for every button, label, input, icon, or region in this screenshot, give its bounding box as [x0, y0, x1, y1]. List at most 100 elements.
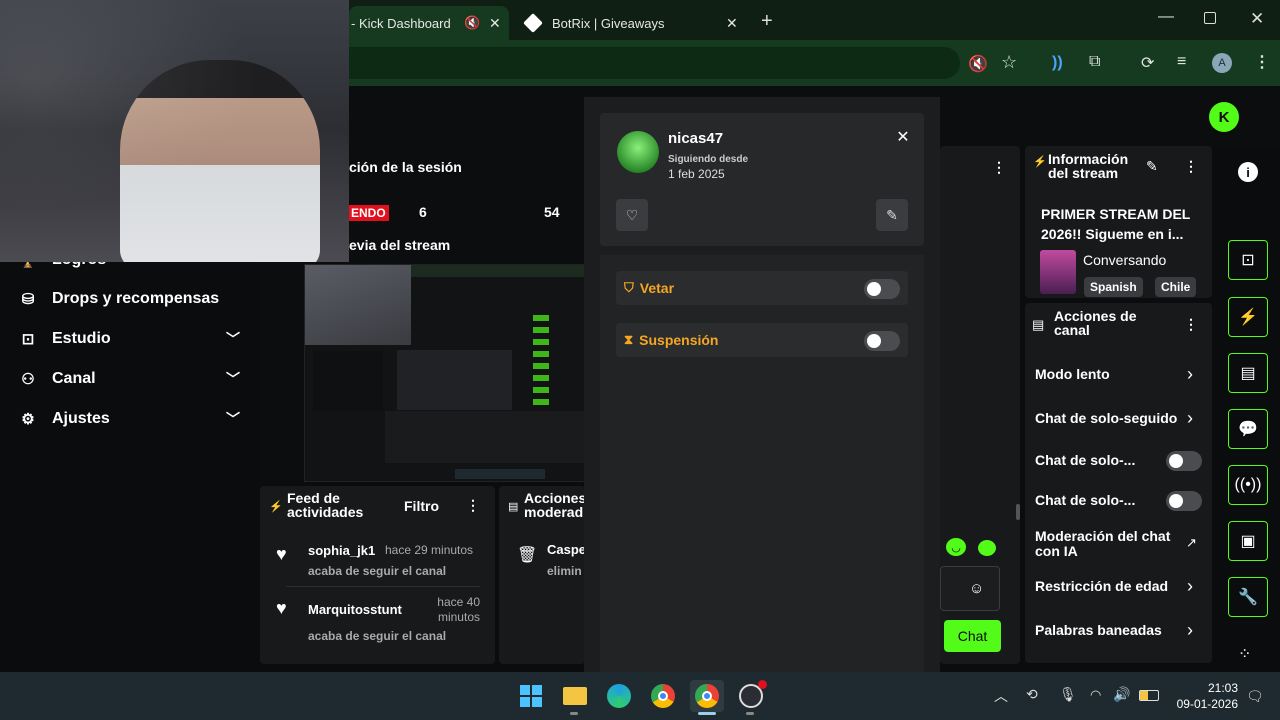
emoji-picker-icon[interactable]: ☺ — [969, 580, 984, 597]
notifications-icon[interactable]: 🗨 — [1246, 688, 1264, 705]
feed-user[interactable]: Marquitosstunt — [308, 602, 402, 617]
folder-icon — [563, 687, 587, 705]
tab-muted-icon[interactable]: 🔇 — [464, 15, 480, 31]
category-name[interactable]: Conversando — [1083, 252, 1166, 268]
wifi-icon[interactable]: ◠ — [1090, 687, 1101, 703]
window-close-icon[interactable]: ✕ — [1250, 9, 1264, 29]
media-control-icon[interactable]: ≡ — [1177, 53, 1186, 71]
tag-chile[interactable]: Chile — [1155, 277, 1197, 297]
emote-icon[interactable] — [978, 540, 996, 556]
windows-taskbar — [0, 672, 1280, 720]
info-icon[interactable]: i — [1238, 162, 1258, 182]
action-label: Chat de solo-... — [1035, 452, 1136, 468]
wrench-icon: 🔧 — [1238, 589, 1258, 606]
sidebar-item-ajustes[interactable]: ⚙ Ajustes ﹀ — [18, 399, 248, 439]
rail-channel-actions-button[interactable]: ▣ — [1228, 521, 1268, 561]
clock-time[interactable]: 21:03 — [1166, 681, 1238, 695]
chevron-right-icon[interactable]: › — [1187, 576, 1193, 597]
action-ai-moderation[interactable]: Moderación del chat con IA — [1035, 529, 1185, 559]
sidebar-item-canal[interactable]: ⚇ Canal ﹀ — [18, 359, 248, 399]
volume-icon[interactable]: 🔊 — [1113, 686, 1130, 703]
rail-stream-preview-button[interactable]: ⊡ — [1228, 240, 1268, 280]
action-followers-only[interactable]: Chat de solo-seguido — [1035, 410, 1180, 426]
action-age-restriction[interactable]: Restricción de edad — [1035, 578, 1205, 594]
rail-mod-log-button[interactable]: ▤ — [1228, 353, 1268, 393]
minimize-icon[interactable]: — — [1158, 8, 1174, 26]
timeout-toggle[interactable] — [864, 331, 900, 351]
bookmark-star-icon[interactable]: ☆ — [1001, 52, 1017, 73]
modal-close-icon[interactable]: ✕ — [890, 124, 916, 150]
chat-menu-icon[interactable]: ⋮ — [992, 159, 1006, 176]
microphone-icon[interactable]: 🎙 — [1059, 686, 1077, 703]
obs-icon — [739, 680, 767, 708]
rail-tools-button[interactable]: 🔧 — [1228, 577, 1268, 617]
file-explorer-button[interactable] — [558, 680, 592, 712]
chat-only-1-toggle[interactable] — [1166, 451, 1202, 471]
mute-user-button[interactable]: ✎ — [876, 199, 908, 231]
category-thumbnail[interactable] — [1040, 250, 1076, 294]
feed-menu-icon[interactable]: ⋮ — [466, 497, 480, 514]
tag-spanish[interactable]: Spanish — [1084, 277, 1143, 297]
shield-icon: ⛉ — [624, 280, 634, 295]
rail-broadcast-button[interactable]: ((•)) — [1228, 465, 1268, 505]
sidebar-item-drops[interactable]: ⛁ Drops y recompensas — [18, 279, 248, 319]
sidebar-item-label: Drops y recompensas — [52, 290, 220, 307]
new-tab-button[interactable]: + — [761, 10, 773, 33]
gift-icon: ⛁ — [21, 291, 35, 308]
kick-logo-icon[interactable]: K — [1209, 102, 1239, 132]
chevron-right-icon[interactable]: › — [1187, 364, 1193, 385]
sync-icon[interactable]: ⟲ — [1026, 686, 1038, 703]
chat-send-button[interactable]: Chat — [944, 620, 1001, 652]
tab-close-icon[interactable]: ✕ — [489, 15, 501, 32]
chrome-button[interactable] — [646, 680, 680, 712]
emote-icon[interactable]: ◡ — [946, 538, 966, 556]
ban-toggle[interactable] — [864, 279, 900, 299]
extensions-icon[interactable]: ⧉ — [1089, 53, 1100, 71]
performance-icon[interactable]: ⟳ — [1141, 53, 1154, 73]
app-running-indicator — [570, 712, 578, 715]
chat-only-2-toggle[interactable] — [1166, 491, 1202, 511]
more-apps-icon[interactable]: ⁘ — [1238, 644, 1251, 664]
feed-action: acaba de seguir el canal — [308, 629, 447, 643]
tab-kick-dashboard[interactable]: - Kick Dashboard 🔇 ✕ — [349, 6, 509, 40]
channel-actions-menu-icon[interactable]: ⋮ — [1184, 316, 1198, 333]
restore-icon[interactable] — [1204, 12, 1216, 24]
clock-date[interactable]: 09-01-2026 — [1166, 697, 1238, 711]
rail-activity-button[interactable]: ⚡ — [1228, 297, 1268, 337]
follow-heart-button[interactable]: ♡ — [616, 199, 648, 231]
profile-avatar[interactable]: A — [1212, 53, 1232, 73]
read-aloud-icon[interactable]: )) — [1052, 54, 1063, 72]
chevron-down-icon: ﹀ — [226, 371, 240, 387]
tray-overflow-icon[interactable]: ︿ — [994, 686, 1008, 706]
edit-pencil-icon[interactable]: ✎ — [1146, 158, 1158, 175]
stream-preview[interactable] — [304, 264, 586, 482]
feed-user[interactable]: sophia_jk1 — [308, 543, 375, 558]
tab-botrix-giveaways[interactable]: BotRix | Giveaways ✕ — [522, 6, 752, 40]
chevron-right-icon[interactable]: › — [1187, 408, 1193, 429]
action-banned-words[interactable]: Palabras baneadas — [1035, 622, 1205, 638]
action-label: Chat de solo-seguido — [1035, 410, 1178, 426]
external-link-icon[interactable]: ↗ — [1186, 535, 1197, 551]
username[interactable]: nicas47 — [668, 130, 723, 147]
start-button[interactable] — [514, 680, 548, 712]
tab-close-icon[interactable]: ✕ — [726, 15, 738, 32]
chrome-profile-button[interactable] — [690, 680, 724, 712]
stream-info-menu-icon[interactable]: ⋮ — [1184, 158, 1198, 175]
chevron-right-icon[interactable]: › — [1187, 620, 1193, 641]
battery-icon[interactable] — [1139, 690, 1159, 701]
feed-filter-button[interactable]: Filtro — [404, 498, 439, 514]
site-muted-icon[interactable]: 🔇 — [968, 54, 988, 74]
feed-time: hace 29 minutos — [385, 543, 474, 557]
edge-button[interactable] — [602, 680, 636, 712]
feed-divider — [286, 586, 480, 587]
browser-menu-icon[interactable]: ⋮ — [1254, 52, 1270, 72]
chat-scrollbar[interactable] — [1016, 504, 1020, 520]
rail-chat-button[interactable]: 💬 — [1228, 409, 1268, 449]
sidebar-item-estudio[interactable]: ⊡ Estudio ﹀ — [18, 319, 248, 359]
action-slow-mode[interactable]: Modo lento — [1035, 366, 1205, 382]
mod-feed-user[interactable]: Caspe — [547, 542, 586, 557]
user-avatar[interactable] — [617, 131, 659, 173]
tab-title: - Kick Dashboard — [351, 15, 451, 31]
feed-time: hace 40 minutos — [437, 595, 480, 624]
obs-button[interactable] — [734, 680, 768, 712]
